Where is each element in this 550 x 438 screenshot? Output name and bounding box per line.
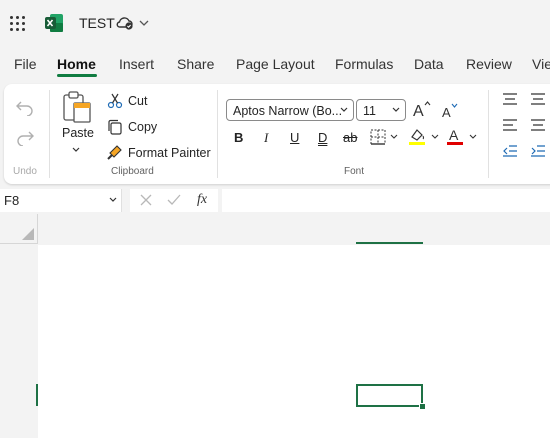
cell-grid[interactable] (38, 245, 550, 438)
document-title[interactable]: TEST (79, 15, 115, 31)
cancel-icon[interactable] (140, 194, 152, 206)
excel-icon (45, 14, 63, 32)
increase-font-size-icon[interactable]: A (412, 99, 432, 119)
chevron-down-icon[interactable] (139, 19, 149, 27)
select-all-triangle-icon (22, 228, 34, 240)
redo-icon[interactable] (15, 128, 35, 146)
name-box-value: F8 (4, 193, 20, 208)
cloud-sync-icon[interactable] (116, 15, 134, 31)
strikethrough-button[interactable]: ab (343, 130, 357, 145)
font-size-value: 11 (363, 104, 376, 118)
ribbon: Undo Paste Cut Copy Format Painter Clipb… (4, 84, 550, 184)
fill-handle[interactable] (419, 403, 426, 410)
font-color-icon[interactable]: A (446, 127, 480, 147)
enter-icon[interactable] (167, 194, 181, 206)
chevron-down-icon[interactable] (109, 197, 117, 203)
font-name-dropdown[interactable]: Aptos Narrow (Bo... (226, 99, 354, 121)
decrease-indent-icon[interactable] (502, 144, 518, 158)
tab-insert[interactable]: Insert (119, 56, 154, 72)
format-painter-icon[interactable] (107, 144, 123, 160)
title-bar: TEST (0, 0, 550, 46)
app-launcher-icon[interactable] (10, 16, 26, 32)
active-tab-indicator (57, 74, 97, 77)
highlight-color-icon[interactable] (408, 127, 442, 147)
formula-actions: fx (130, 189, 218, 212)
selected-column-indicator (356, 242, 423, 244)
increase-indent-icon[interactable] (530, 144, 546, 158)
insert-function-button[interactable]: fx (197, 192, 207, 208)
formula-bar: F8 fx (0, 189, 550, 213)
tab-review[interactable]: Review (466, 56, 512, 72)
column-headers[interactable] (38, 214, 550, 244)
tab-data[interactable]: Data (414, 56, 444, 72)
cut-icon[interactable] (107, 93, 123, 109)
svg-text:A: A (449, 127, 459, 143)
decrease-font-size-icon[interactable]: A (440, 101, 460, 119)
cut-button[interactable]: Cut (128, 94, 147, 108)
svg-text:A: A (413, 103, 424, 119)
formula-input[interactable] (222, 189, 550, 212)
tab-page-layout[interactable]: Page Layout (236, 56, 315, 72)
group-separator (488, 90, 489, 178)
undo-icon[interactable] (15, 98, 35, 116)
row-headers[interactable] (0, 244, 38, 438)
align-middle-icon[interactable] (530, 92, 546, 106)
tab-home[interactable]: Home (57, 56, 96, 72)
format-painter-button[interactable]: Format Painter (128, 146, 211, 160)
align-top-icon[interactable] (502, 92, 518, 106)
active-cell[interactable] (356, 384, 423, 407)
name-box[interactable]: F8 (0, 189, 122, 212)
bold-button[interactable]: B (234, 130, 243, 145)
spreadsheet-grid-area (0, 214, 550, 438)
copy-button[interactable]: Copy (128, 120, 157, 134)
tab-formulas[interactable]: Formulas (335, 56, 393, 72)
select-all-button[interactable] (0, 214, 38, 244)
paste-dropdown-icon[interactable] (71, 146, 81, 154)
chevron-down-icon (340, 107, 348, 112)
align-left-icon[interactable] (502, 118, 518, 132)
clipboard-group-label: Clipboard (111, 166, 154, 177)
tab-share[interactable]: Share (177, 56, 214, 72)
double-underline-button[interactable]: D (318, 130, 327, 145)
font-name-value: Aptos Narrow (Bo... (233, 104, 343, 118)
align-center-icon[interactable] (530, 118, 546, 132)
paste-button[interactable]: Paste (62, 126, 94, 140)
tab-file[interactable]: File (14, 56, 37, 72)
font-size-dropdown[interactable]: 11 (356, 99, 406, 121)
paste-icon[interactable] (61, 90, 93, 124)
tab-view[interactable]: Vie (532, 56, 550, 72)
chevron-down-icon (392, 107, 400, 112)
group-separator (217, 90, 218, 178)
underline-button[interactable]: U (290, 130, 299, 145)
svg-text:A: A (442, 105, 451, 119)
group-separator (49, 90, 50, 178)
italic-button[interactable]: I (264, 130, 268, 146)
font-group-label: Font (344, 166, 365, 177)
borders-icon[interactable] (370, 129, 400, 145)
copy-icon[interactable] (107, 119, 123, 135)
undo-group-label: Undo (13, 166, 37, 177)
